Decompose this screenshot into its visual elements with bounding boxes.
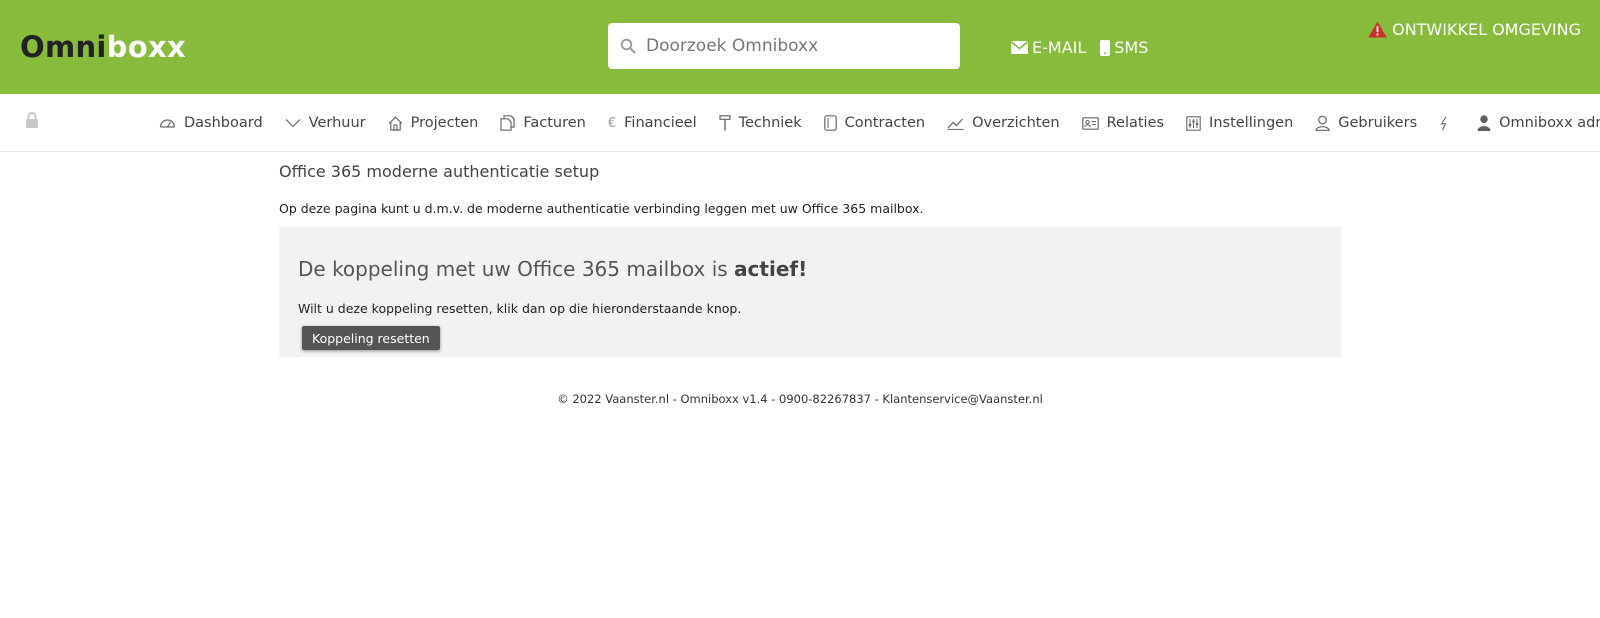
- nav-item-dashboard[interactable]: Dashboard: [159, 115, 263, 131]
- id-card-icon: [1081, 116, 1099, 130]
- header-links: E-MAIL SMS: [1011, 38, 1162, 57]
- nav-item-financieel[interactable]: € Financieel: [608, 115, 697, 131]
- main-navigation: Dashboard Verhuur Projecten Facturen € F…: [0, 94, 1600, 152]
- nav-label-verhuur: Verhuur: [308, 115, 366, 131]
- user-menu[interactable]: Omniboxx admin: [1477, 115, 1600, 131]
- nav-label-projecten: Projecten: [410, 115, 479, 131]
- environment-warning: ONTWIKKEL OMGEVING: [1368, 20, 1581, 39]
- email-link[interactable]: E-MAIL: [1011, 38, 1086, 57]
- documents-icon: [500, 115, 515, 131]
- nav-label-contracten: Contracten: [844, 115, 926, 131]
- warning-icon: [1368, 21, 1387, 38]
- reset-instructions: Wilt u deze koppeling resetten, klik dan…: [298, 301, 742, 316]
- page-footer: © 2022 Vaanster.nl - Omniboxx v1.4 - 090…: [557, 392, 1043, 406]
- euro-icon: €: [607, 115, 617, 131]
- lock-icon[interactable]: [25, 112, 39, 129]
- user-icon: [1315, 115, 1330, 131]
- search-box[interactable]: [608, 23, 960, 69]
- main-content: Office 365 moderne authenticatie setup O…: [279, 152, 1341, 357]
- logo-part-1: Omni: [20, 30, 107, 64]
- nav-item-quick-actions[interactable]: [1439, 116, 1457, 131]
- sms-label: SMS: [1114, 38, 1149, 57]
- omniboxx-logo[interactable]: Omniboxx: [20, 28, 186, 66]
- nav-items: Dashboard Verhuur Projecten Facturen € F…: [159, 94, 1600, 152]
- page-title: Office 365 moderne authenticatie setup: [279, 162, 600, 181]
- contract-icon: [823, 115, 837, 131]
- nav-item-techniek[interactable]: Techniek: [718, 115, 802, 131]
- hammer-icon: [718, 115, 731, 131]
- environment-label: ONTWIKKEL OMGEVING: [1392, 20, 1581, 39]
- lightning-icon: [1440, 116, 1447, 130]
- chevron-down-icon: [285, 119, 301, 128]
- dashboard-icon: [159, 119, 176, 128]
- nav-item-overzichten[interactable]: Overzichten: [947, 115, 1060, 131]
- mobile-phone-icon: [1100, 39, 1111, 56]
- nav-label-gebruikers: Gebruikers: [1338, 115, 1418, 131]
- nav-item-relaties[interactable]: Relaties: [1081, 115, 1165, 131]
- search-icon: [620, 38, 636, 54]
- logo-part-2: boxx: [106, 30, 186, 64]
- user-solid-icon: [1477, 115, 1491, 131]
- home-icon: [388, 115, 403, 131]
- chart-icon: [947, 118, 964, 130]
- intro-text: Op deze pagina kunt u d.m.v. de moderne …: [279, 201, 924, 216]
- nav-item-gebruikers[interactable]: Gebruikers: [1315, 115, 1417, 131]
- nav-label-facturen: Facturen: [523, 115, 586, 131]
- nav-label-financieel: Financieel: [624, 115, 697, 131]
- status-text: De koppeling met uw Office 365 mailbox i…: [298, 257, 728, 281]
- status-value: actief!: [734, 257, 808, 281]
- nav-label-overzichten: Overzichten: [972, 115, 1060, 131]
- sliders-icon: [1186, 115, 1201, 131]
- nav-label-dashboard: Dashboard: [184, 115, 263, 131]
- email-label: E-MAIL: [1032, 38, 1087, 57]
- nav-label-relaties: Relaties: [1106, 115, 1165, 131]
- sms-link[interactable]: SMS: [1100, 38, 1148, 57]
- nav-item-contracten[interactable]: Contracten: [823, 115, 926, 131]
- user-menu-label: Omniboxx admin: [1499, 115, 1600, 131]
- envelope-icon: [1011, 41, 1028, 54]
- top-header: Omniboxx E-MAIL SMS: [0, 0, 1600, 94]
- nav-item-facturen[interactable]: Facturen: [500, 115, 586, 131]
- nav-item-projecten[interactable]: Projecten: [388, 115, 479, 131]
- nav-label-techniek: Techniek: [738, 115, 802, 131]
- connection-status: De koppeling met uw Office 365 mailbox i…: [298, 257, 807, 281]
- search-input[interactable]: [644, 35, 948, 57]
- status-panel: De koppeling met uw Office 365 mailbox i…: [279, 227, 1341, 357]
- nav-item-instellingen[interactable]: Instellingen: [1186, 115, 1293, 131]
- nav-item-verhuur[interactable]: Verhuur: [285, 115, 366, 131]
- nav-label-instellingen: Instellingen: [1209, 115, 1294, 131]
- reset-connection-button[interactable]: Koppeling resetten: [302, 326, 440, 350]
